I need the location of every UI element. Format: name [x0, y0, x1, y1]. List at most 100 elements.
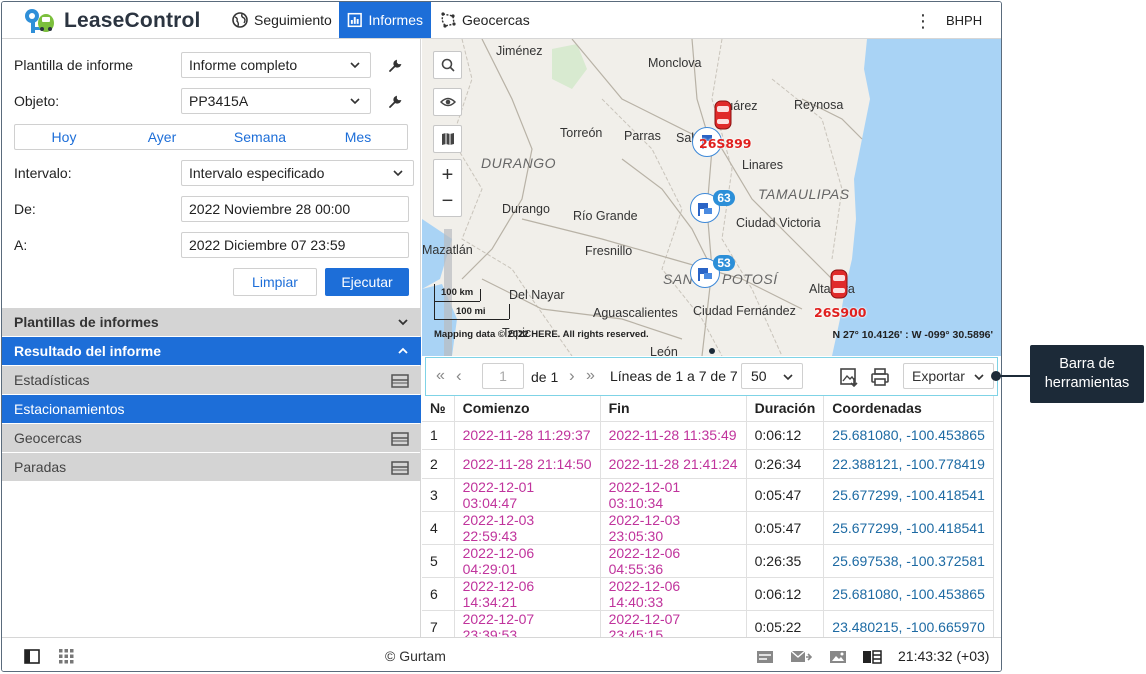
- templates-section-header[interactable]: Plantillas de informes: [2, 308, 421, 336]
- parkings-table: № Comienzo Fin Duración Coordenadas 1 202…: [422, 396, 995, 637]
- column-header[interactable]: №: [422, 396, 455, 422]
- map-view[interactable]: + − Jiménez Monclova Reynosa Torreón Par…: [422, 39, 1001, 356]
- nav-tracking[interactable]: Seguimiento: [224, 2, 340, 38]
- unit-label[interactable]: 26S899: [699, 136, 752, 151]
- period-today[interactable]: Hoy: [15, 125, 113, 149]
- table-row[interactable]: 4 2022-12-03 22:59:43 2022-12-03 23:05:30 0…: [422, 511, 995, 545]
- from-date-input[interactable]: 2022 Noviembre 28 00:00: [181, 196, 409, 222]
- map-region: POTOSÍ: [722, 271, 778, 287]
- map-place: Linares: [742, 158, 783, 172]
- table-row[interactable]: 3 2022-12-01 03:04:47 2022-12-01 03:10:34 0…: [422, 478, 995, 512]
- end-time-cell: 2022-12-07 23:45:15: [600, 610, 747, 637]
- nav-geofences-label: Geocercas: [462, 12, 530, 28]
- template-settings-wrench-icon[interactable]: [388, 59, 402, 73]
- result-item-label: Paradas: [14, 459, 67, 475]
- coordinates-cell[interactable]: 22.388121, -100.778419: [823, 449, 995, 479]
- template-select[interactable]: Informe completo: [181, 52, 371, 78]
- table-row[interactable]: 6 2022-12-06 14:34:21 2022-12-06 14:40:33 0…: [422, 577, 995, 611]
- apps-grid-icon[interactable]: [59, 649, 74, 664]
- map-visibility-button[interactable]: [433, 88, 462, 116]
- period-month[interactable]: Mes: [309, 125, 407, 149]
- zoom-in-icon[interactable]: +: [442, 162, 454, 188]
- messages-icon[interactable]: [790, 650, 812, 664]
- user-name[interactable]: BHPH: [946, 13, 982, 28]
- table-row[interactable]: 1 2022-11-28 11:29:37 2022-11-28 11:35:49 0…: [422, 421, 995, 451]
- image-gallery-icon[interactable]: [829, 650, 847, 664]
- period-yesterday[interactable]: Ayer: [113, 125, 211, 149]
- map-place: Ciudad Fernández: [693, 304, 796, 318]
- vehicle-car-icon[interactable]: [713, 99, 733, 131]
- result-item-stops[interactable]: Paradas: [2, 453, 421, 481]
- footer-copyright[interactable]: © Gurtam: [385, 648, 446, 664]
- column-header[interactable]: Duración: [746, 396, 825, 422]
- map-layers-button[interactable]: [433, 125, 462, 153]
- print-icon[interactable]: [870, 367, 890, 387]
- chevron-down-icon: [350, 62, 360, 69]
- prev-page-icon[interactable]: ‹: [456, 366, 462, 386]
- display-mode-icon[interactable]: [862, 650, 882, 664]
- panel-toggle-icon[interactable]: [24, 649, 40, 664]
- map-search-button[interactable]: [433, 51, 462, 79]
- table-row[interactable]: 2 2022-11-28 21:14:50 2022-11-28 21:41:24 0…: [422, 449, 995, 479]
- execute-button[interactable]: Ejecutar: [325, 268, 409, 296]
- report-panel: Plantilla de informe Informe completo Ob…: [2, 39, 421, 637]
- nav-reports[interactable]: Informes: [339, 2, 431, 38]
- column-header[interactable]: Comienzo: [454, 396, 601, 422]
- table-icon[interactable]: [391, 374, 409, 388]
- period-week[interactable]: Semana: [211, 125, 309, 149]
- table-icon[interactable]: [391, 461, 409, 475]
- row-number-cell: 3: [422, 478, 455, 512]
- clear-button[interactable]: Limpiar: [233, 268, 317, 296]
- coordinates-cell[interactable]: 25.681080, -100.453865: [823, 577, 995, 611]
- duration-cell: 0:05:47: [746, 511, 825, 545]
- start-time-cell: 2022-12-06 14:34:21: [454, 577, 601, 611]
- result-item-statistics[interactable]: Estadísticas: [2, 366, 421, 394]
- unit-label[interactable]: 26S900: [814, 305, 867, 320]
- end-time-cell: 2022-12-06 04:55:36: [600, 544, 747, 578]
- rows-per-page-select[interactable]: 50: [741, 363, 803, 389]
- callout-line2: herramientas: [1044, 375, 1130, 391]
- table-icon[interactable]: [391, 432, 409, 446]
- column-header[interactable]: Coordenadas: [823, 396, 995, 422]
- result-section-header[interactable]: Resultado del informe: [2, 337, 421, 365]
- first-page-icon[interactable]: «: [436, 367, 445, 385]
- zoom-out-icon[interactable]: −: [442, 188, 454, 214]
- coordinates-cell[interactable]: 25.677299, -100.418541: [823, 478, 995, 512]
- coordinates-cell[interactable]: 25.677299, -100.418541: [823, 511, 995, 545]
- table-row[interactable]: 5 2022-12-06 04:29:01 2022-12-06 04:55:36 0…: [422, 544, 995, 578]
- map-place: León: [650, 345, 678, 356]
- nav-geofences[interactable]: Geocercas: [432, 2, 538, 38]
- object-label: Objeto:: [14, 93, 60, 109]
- map-place: Fresnillo: [585, 244, 633, 258]
- last-page-icon[interactable]: »: [586, 367, 595, 385]
- column-header[interactable]: Fin: [600, 396, 747, 422]
- more-menu-icon[interactable]: ⋮: [914, 11, 932, 32]
- to-date-input[interactable]: 2022 Diciembre 07 23:59: [181, 232, 409, 258]
- coordinates-cell[interactable]: 23.480215, -100.665970: [823, 610, 995, 637]
- vehicle-car-icon[interactable]: [829, 268, 849, 300]
- duration-cell: 0:26:35: [746, 544, 825, 578]
- object-select[interactable]: PP3415A: [181, 88, 371, 114]
- coordinates-cell[interactable]: 25.697538, -100.372581: [823, 544, 995, 578]
- object-settings-wrench-icon[interactable]: [388, 95, 402, 109]
- table-row[interactable]: 7 2022-12-07 23:39:53 2022-12-07 23:45:15 0…: [422, 610, 995, 637]
- scale-km-label: 100 km: [441, 287, 474, 298]
- result-item-geofences[interactable]: Geocercas: [2, 424, 421, 452]
- interval-select-value: Intervalo especificado: [189, 165, 325, 181]
- report-table-container: № Comienzo Fin Duración Coordenadas 1 202…: [422, 396, 1001, 637]
- row-number-cell: 7: [422, 610, 455, 637]
- map-region: DURANGO: [481, 155, 557, 171]
- scale-mi-label: 100 mi: [456, 306, 486, 317]
- rows-per-page-value: 50: [751, 368, 767, 384]
- page-number-input[interactable]: 1: [482, 363, 524, 389]
- notifications-icon[interactable]: [756, 650, 774, 664]
- coordinates-cell[interactable]: 25.681080, -100.453865: [823, 421, 995, 451]
- lines-info: Líneas de 1 a 7 de 7: [610, 368, 738, 384]
- export-to-map-icon[interactable]: [839, 367, 859, 387]
- table-header-row: № Comienzo Fin Duración Coordenadas: [422, 396, 995, 422]
- next-page-icon[interactable]: ›: [569, 366, 575, 386]
- app-logo[interactable]: LeaseControl: [22, 7, 201, 35]
- export-dropdown[interactable]: Exportar: [903, 363, 994, 389]
- result-item-parkings[interactable]: Estacionamientos: [2, 395, 421, 423]
- interval-select[interactable]: Intervalo especificado: [181, 160, 414, 186]
